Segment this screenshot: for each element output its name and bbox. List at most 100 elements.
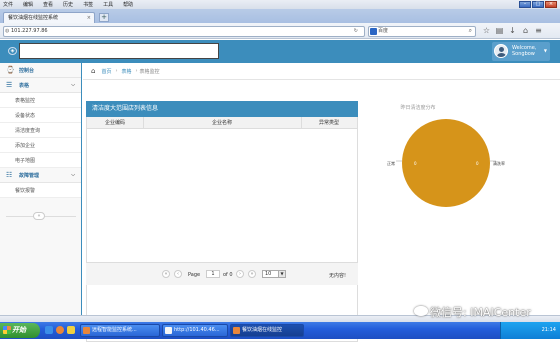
page-input[interactable]: 1 (206, 270, 220, 278)
start-button[interactable]: 开始 (0, 323, 40, 338)
column-header-code[interactable]: 企业编码 (87, 117, 143, 129)
sidebar-item-faults[interactable]: ☷ 故障管理 ⌵ (0, 168, 81, 183)
app-icon (165, 327, 172, 334)
clock: 21:14 (541, 327, 556, 333)
window-controls: – □ × (519, 1, 557, 8)
page-size-select[interactable]: 10 ▼ (262, 270, 286, 278)
globe-icon: ◍ (5, 28, 10, 34)
sidebar-item-label: 控制台 (19, 67, 35, 74)
legend-label-normal: 正常 (387, 161, 395, 166)
next-page-button[interactable]: › (236, 270, 244, 278)
taskbar-item-3[interactable]: 餐饮油烟在线监控 (230, 324, 304, 337)
column-header-type[interactable]: 异常类型 (301, 117, 357, 129)
system-tray: 21:14 (500, 322, 560, 339)
task-label: 餐饮油烟在线监控 (242, 327, 283, 333)
menu-bookmarks[interactable]: 书签 (83, 1, 93, 8)
table-icon: ☰ (6, 81, 13, 89)
column-header-name[interactable]: 企业名称 (143, 117, 301, 129)
browser-icon[interactable] (56, 326, 64, 334)
minimize-button[interactable]: – (519, 1, 531, 8)
taskbar-item-2[interactable]: http://101.40.46... (162, 324, 228, 337)
task-label: http://101.40.46... (174, 327, 220, 333)
start-label: 开始 (12, 326, 26, 334)
sidebar-item-map[interactable]: 电子地图 (0, 153, 81, 168)
sidebar-item-table-monitor[interactable]: 表格监控 (0, 93, 81, 108)
no-data-text: 无内容! (329, 273, 347, 279)
search-placeholder: 百度 (378, 28, 389, 34)
folder-icon[interactable] (67, 326, 75, 334)
redacted-title (19, 43, 219, 59)
maximize-button[interactable]: □ (532, 1, 544, 8)
sidebar-item-alarms[interactable]: 餐饮报警 (0, 183, 81, 198)
tab-title: 餐饮油烟在线监控系统 (8, 15, 59, 21)
pagination: « ‹ Page 1 of 0 › » 10 ▼ 无内容! (86, 262, 358, 285)
sidebar-item-cleanliness[interactable]: 清洁度查询 (0, 123, 81, 138)
page-of-label: of 0 (223, 272, 233, 278)
user-menu[interactable]: Welcome, Songbow ▼ (492, 42, 550, 61)
address-bar[interactable]: ◍ 101.227.97.86 ↻ (3, 26, 365, 37)
search-input[interactable]: 百度 ⌕ (368, 26, 476, 37)
home-icon[interactable]: ⌂ (521, 26, 530, 36)
breadcrumb-section[interactable]: 表格 (121, 68, 131, 75)
sidebar-item-device-status[interactable]: 设备状态 (0, 108, 81, 123)
menu-history[interactable]: 历史 (63, 1, 73, 8)
sidebar-item-dashboard[interactable]: ⌚ 控制台 (0, 63, 81, 78)
logo-icon: ◈ (8, 47, 17, 55)
last-page-button[interactable]: » (248, 270, 256, 278)
navigation-bar: ◍ 101.227.97.86 ↻ 百度 ⌕ ☆ ▤ ↓ ⌂ ≡ (0, 23, 560, 39)
download-icon[interactable]: ↓ (508, 26, 517, 36)
avatar (494, 44, 508, 58)
desktop-icon[interactable] (45, 326, 53, 334)
user-name: Songbow (512, 51, 535, 57)
search-engine-icon[interactable] (370, 28, 377, 35)
app-icon (83, 327, 90, 334)
menu-view[interactable]: 查看 (43, 1, 53, 8)
panel-title: 清洁度大范围店列表信息 (86, 101, 358, 117)
menu-tools[interactable]: 工具 (103, 1, 113, 8)
chevron-down-icon: ⌵ (71, 172, 75, 178)
windows-logo-icon (3, 326, 11, 334)
page-size-value: 10 (265, 271, 272, 277)
breadcrumb: ⌂ 首页 › 表格 › 表格监控 (83, 63, 560, 80)
star-icon[interactable]: ☆ (482, 26, 491, 36)
app-header: ◈ Welcome, Songbow ▼ (0, 40, 560, 63)
toolbar-icons: ☆ ▤ ↓ ⌂ ≡ (482, 26, 543, 36)
sidebar-item-label: 表格 (19, 82, 30, 89)
chart-title: 昨日清洁度分布 (400, 105, 436, 111)
list-icon: ☷ (6, 171, 13, 179)
caret-down-icon: ▼ (543, 48, 547, 53)
tab-close-icon[interactable]: × (87, 13, 91, 23)
dashboard-icon: ⌚ (6, 66, 15, 74)
url-text: 101.227.97.86 (11, 28, 48, 34)
app-icon (233, 327, 240, 334)
page-label: Page (188, 272, 201, 278)
first-page-button[interactable]: « (162, 270, 170, 278)
wechat-icon (414, 306, 428, 316)
tab-bar: 餐饮油烟在线监控系统 × + (0, 9, 560, 23)
breadcrumb-separator: › (135, 68, 138, 74)
reload-icon[interactable]: ↻ (354, 27, 358, 36)
menu-icon[interactable]: ≡ (534, 26, 543, 36)
sidebar: ⌚ 控制台 ☰ 表格 ⌵ 表格监控 设备状态 清洁度查询 添加企业 电子地图 ☷… (0, 63, 82, 315)
breadcrumb-home[interactable]: 首页 (101, 68, 111, 75)
browser-tab[interactable]: 餐饮油烟在线监控系统 × (3, 12, 95, 23)
menu-file[interactable]: 文件 (3, 1, 13, 8)
prev-page-button[interactable]: ‹ (174, 270, 182, 278)
menu-help[interactable]: 帮助 (123, 1, 133, 8)
close-button[interactable]: × (545, 1, 557, 8)
table-header: 企业编码 企业名称 异常类型 (87, 117, 357, 129)
home-icon[interactable]: ⌂ (91, 67, 95, 75)
taskbar-item-1[interactable]: 远程智能监控系统... (80, 324, 160, 337)
sidebar-item-tables[interactable]: ☰ 表格 ⌵ (0, 78, 81, 93)
clipboard-icon[interactable]: ▤ (495, 26, 504, 36)
data-table: 企业编码 企业名称 异常类型 (86, 117, 358, 342)
chevron-down-icon: ⌵ (71, 82, 75, 88)
menu-edit[interactable]: 编辑 (23, 1, 33, 8)
new-tab-button[interactable]: + (99, 13, 109, 22)
search-icon[interactable]: ⌕ (469, 26, 472, 35)
breadcrumb-current: 表格监控 (139, 68, 160, 75)
breadcrumb-separator: › (115, 68, 118, 74)
sidebar-collapse-button[interactable]: « (33, 212, 45, 220)
sidebar-item-add-company[interactable]: 添加企业 (0, 138, 81, 153)
sidebar-item-label: 故障管理 (19, 172, 40, 179)
